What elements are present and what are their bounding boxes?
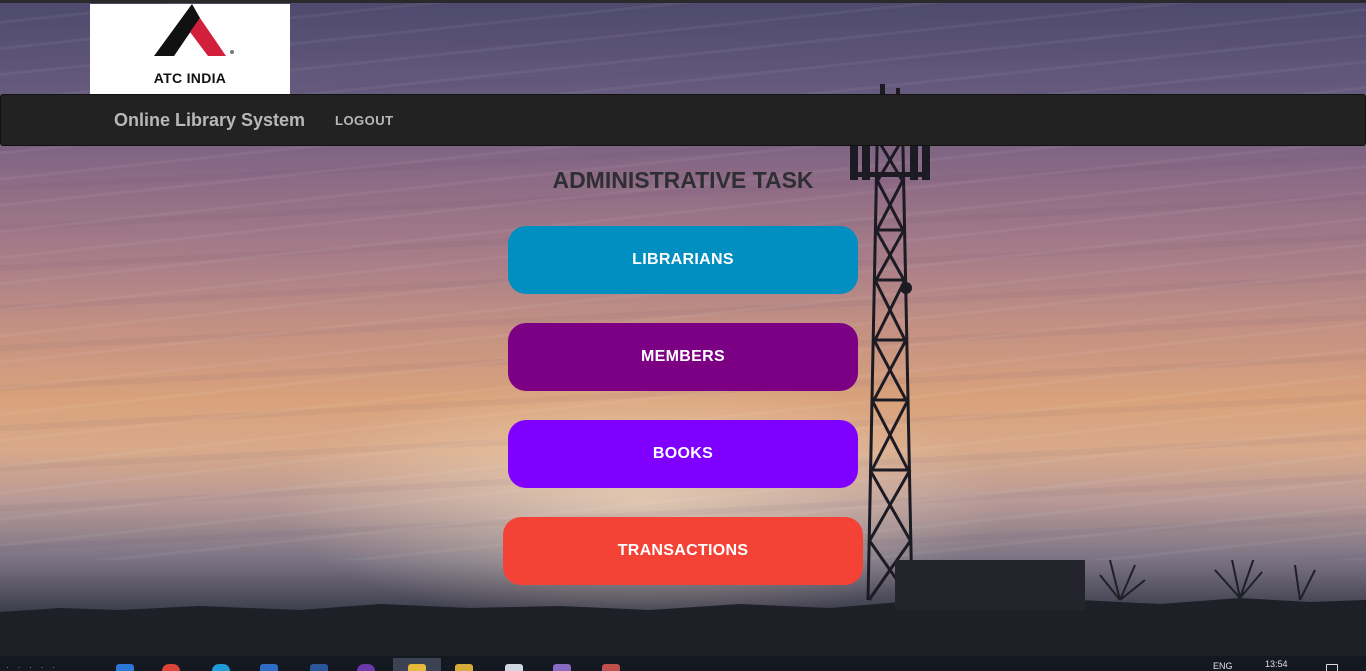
atc-india-logo: ATC INDIA [90,4,290,94]
brand-link[interactable]: Online Library System [114,110,305,131]
clock[interactable]: 13:54 [1265,659,1288,669]
books-button[interactable]: BOOKS [508,420,858,488]
window-top-edge [0,0,1366,3]
file-explorer-icon[interactable] [455,664,473,671]
mail-icon[interactable] [260,664,278,671]
transactions-button[interactable]: TRANSACTIONS [503,517,863,585]
folder-icon[interactable] [408,664,426,671]
notepad-icon[interactable] [505,664,523,671]
page-title: ADMINISTRATIVE TASK [552,167,814,193]
notification-icon[interactable] [1326,664,1338,671]
logo-text: ATC INDIA [153,70,227,86]
app-icon[interactable] [357,664,375,671]
chrome-icon[interactable] [162,664,180,671]
members-button[interactable]: MEMBERS [508,323,858,391]
language-indicator[interactable]: ENG [1213,661,1233,671]
windows-taskbar: · · · · · ENG 13:54 [0,656,1366,671]
logout-link[interactable]: LOGOUT [335,113,394,128]
top-navbar: Online Library System LOGOUT [0,94,1366,146]
calendar-icon[interactable] [553,664,571,671]
librarians-button[interactable]: LIBRARIANS [508,226,858,294]
edge-icon[interactable] [212,664,230,671]
logo-mark-icon [154,4,234,56]
taskbar-app-icon[interactable] [116,664,134,671]
word-icon[interactable] [310,664,328,671]
paint-icon[interactable] [602,664,620,671]
taskbar-search-icon[interactable]: · · · · · [6,662,58,671]
